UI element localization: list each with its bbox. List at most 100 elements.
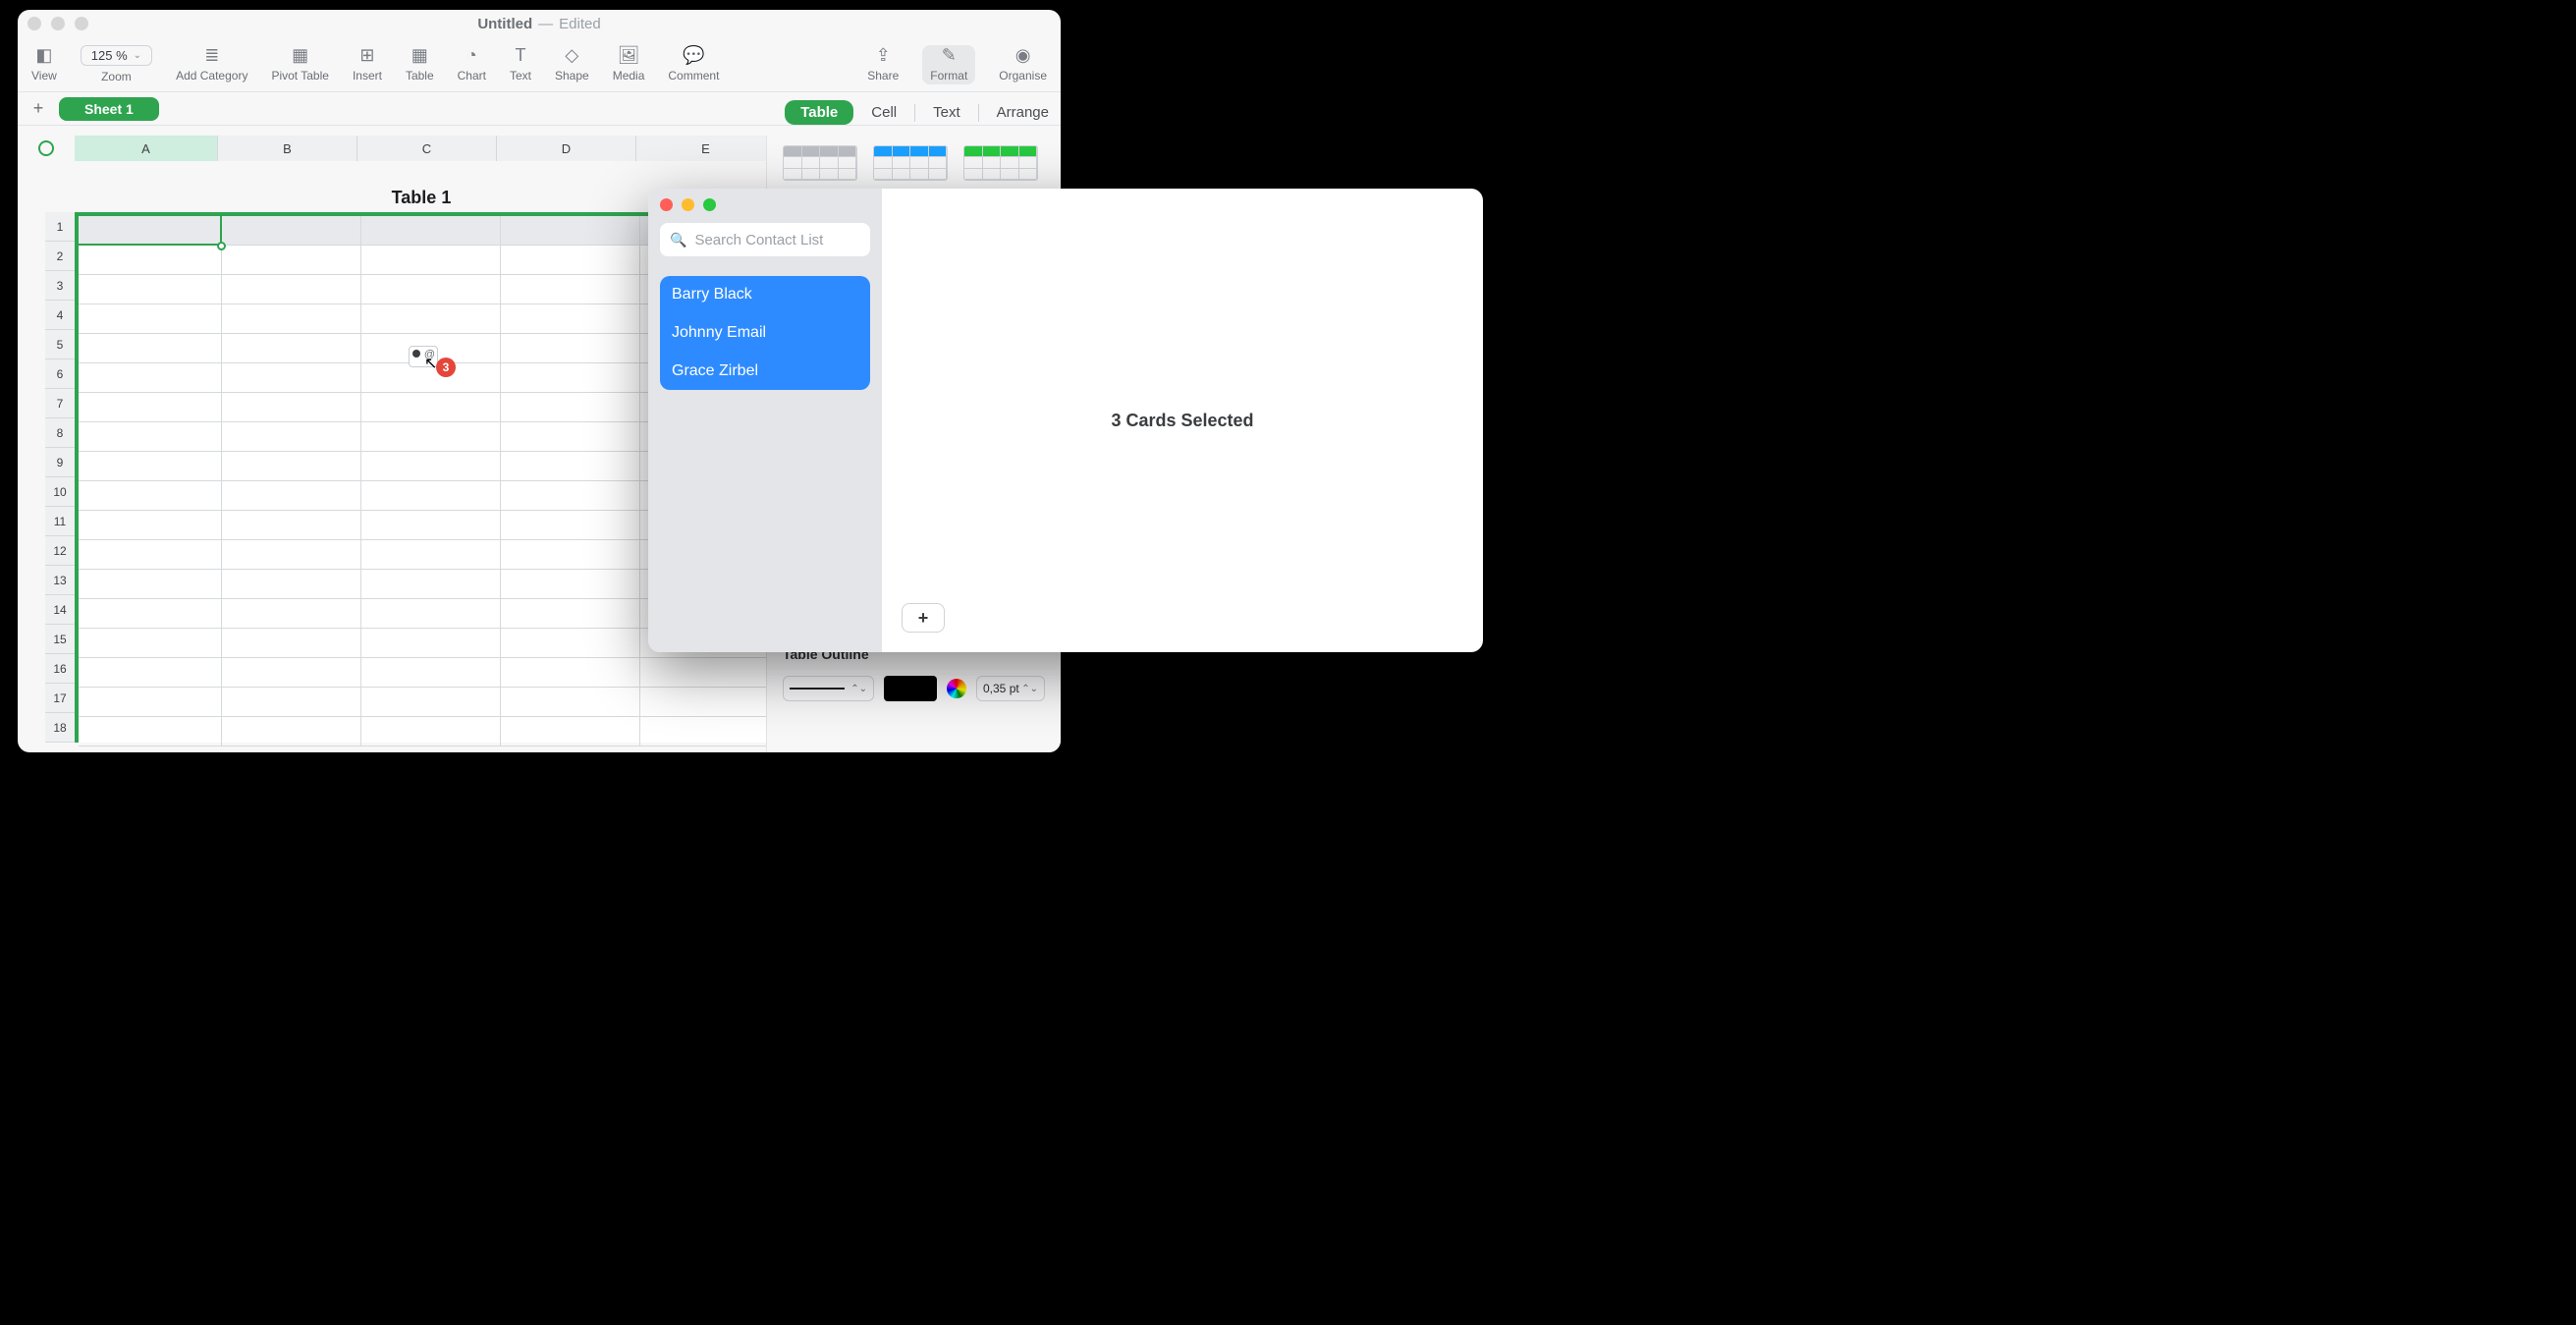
insert-button[interactable]: ⊞ Insert xyxy=(353,47,382,83)
cell[interactable] xyxy=(79,363,222,393)
add-category-button[interactable]: ≣ Add Category xyxy=(176,47,247,83)
row-header[interactable]: 17 xyxy=(45,684,75,713)
column-header[interactable]: C xyxy=(357,136,497,161)
cell[interactable] xyxy=(79,540,222,570)
row-header[interactable]: 5 xyxy=(45,330,75,359)
row-header[interactable]: 4 xyxy=(45,301,75,330)
row-header[interactable]: 12 xyxy=(45,536,75,566)
row-header[interactable]: 1 xyxy=(45,212,75,242)
column-header[interactable]: B xyxy=(218,136,357,161)
row-header[interactable]: 11 xyxy=(45,507,75,536)
cell[interactable] xyxy=(79,570,222,599)
organise-button[interactable]: ◉ Organise xyxy=(999,47,1047,83)
cell[interactable] xyxy=(222,511,361,540)
cell[interactable] xyxy=(79,658,222,688)
cell[interactable] xyxy=(222,216,361,246)
contact-item[interactable]: Grace Zirbel xyxy=(660,352,870,390)
cell[interactable] xyxy=(501,334,640,363)
close-button[interactable] xyxy=(660,198,673,211)
cell[interactable] xyxy=(79,422,222,452)
cell[interactable] xyxy=(222,246,361,275)
cell[interactable] xyxy=(501,304,640,334)
cell[interactable] xyxy=(501,246,640,275)
column-header[interactable]: D xyxy=(497,136,636,161)
selection-handle[interactable] xyxy=(217,242,226,250)
cell[interactable] xyxy=(361,393,501,422)
zoom-control[interactable]: 125 %⌄ Zoom xyxy=(81,45,152,83)
row-header[interactable]: 15 xyxy=(45,625,75,654)
contact-item[interactable]: Barry Black xyxy=(660,276,870,313)
view-button[interactable]: ◧ View xyxy=(31,47,57,83)
cell[interactable] xyxy=(361,216,501,246)
outline-width-field[interactable]: 0,35 pt ⌃⌄ xyxy=(976,676,1045,701)
cell[interactable] xyxy=(361,246,501,275)
cell[interactable] xyxy=(222,275,361,304)
cell[interactable] xyxy=(222,570,361,599)
row-header[interactable]: 6 xyxy=(45,359,75,389)
cell[interactable] xyxy=(361,688,501,717)
cell[interactable] xyxy=(501,570,640,599)
inspector-tab-text[interactable]: Text xyxy=(933,104,960,121)
cell[interactable] xyxy=(222,422,361,452)
cell[interactable] xyxy=(640,658,780,688)
cell[interactable] xyxy=(222,629,361,658)
inspector-tab-arrange[interactable]: Arrange xyxy=(997,104,1049,121)
row-header[interactable]: 10 xyxy=(45,477,75,507)
cell[interactable] xyxy=(79,334,222,363)
cell[interactable] xyxy=(361,304,501,334)
column-header[interactable]: E xyxy=(636,136,776,161)
cell[interactable] xyxy=(361,452,501,481)
cell[interactable] xyxy=(222,599,361,629)
cell[interactable] xyxy=(501,599,640,629)
row-header[interactable]: 14 xyxy=(45,595,75,625)
grid-corner[interactable] xyxy=(18,136,75,161)
row-header[interactable]: 13 xyxy=(45,566,75,595)
minimize-button[interactable] xyxy=(682,198,694,211)
cell[interactable] xyxy=(501,629,640,658)
row-header[interactable]: 16 xyxy=(45,654,75,684)
contacts-search[interactable]: 🔍 xyxy=(660,223,870,256)
cell[interactable] xyxy=(640,717,780,746)
cell[interactable] xyxy=(79,511,222,540)
cell[interactable] xyxy=(501,511,640,540)
table-button[interactable]: ▦ Table xyxy=(406,47,434,83)
cell[interactable] xyxy=(501,393,640,422)
cell[interactable] xyxy=(361,275,501,304)
contact-item[interactable]: Johnny Email xyxy=(660,313,870,352)
cell[interactable] xyxy=(501,275,640,304)
cell[interactable] xyxy=(361,658,501,688)
cell[interactable] xyxy=(361,511,501,540)
cell[interactable] xyxy=(222,688,361,717)
chart-button[interactable]: ◔ Chart xyxy=(458,47,486,83)
cell[interactable] xyxy=(501,452,640,481)
fullscreen-button[interactable] xyxy=(703,198,716,211)
cell[interactable] xyxy=(501,216,640,246)
cell[interactable] xyxy=(79,216,222,246)
add-contact-button[interactable]: + xyxy=(902,603,945,633)
row-header[interactable]: 9 xyxy=(45,448,75,477)
inspector-tab-cell[interactable]: Cell xyxy=(871,104,897,121)
column-header[interactable]: A xyxy=(75,136,218,161)
outline-color-swatch[interactable] xyxy=(884,676,937,701)
sheet-tab[interactable]: Sheet 1 xyxy=(59,97,159,121)
row-header[interactable]: 7 xyxy=(45,389,75,418)
cell[interactable] xyxy=(501,363,640,393)
shape-button[interactable]: ◇ Shape xyxy=(555,47,589,83)
cell[interactable] xyxy=(501,422,640,452)
cell[interactable] xyxy=(222,717,361,746)
cell[interactable] xyxy=(222,334,361,363)
cell[interactable] xyxy=(222,304,361,334)
media-button[interactable]: 🖼 Media xyxy=(613,47,645,83)
cell[interactable] xyxy=(361,570,501,599)
row-header[interactable]: 3 xyxy=(45,271,75,301)
cell[interactable] xyxy=(222,452,361,481)
comment-button[interactable]: 💬 Comment xyxy=(668,47,719,83)
cell[interactable] xyxy=(79,688,222,717)
cell[interactable] xyxy=(361,481,501,511)
cell[interactable] xyxy=(361,629,501,658)
cell[interactable] xyxy=(222,540,361,570)
cell[interactable] xyxy=(79,452,222,481)
cell[interactable] xyxy=(222,481,361,511)
share-button[interactable]: ⇪ Share xyxy=(867,47,899,83)
cell[interactable] xyxy=(501,540,640,570)
